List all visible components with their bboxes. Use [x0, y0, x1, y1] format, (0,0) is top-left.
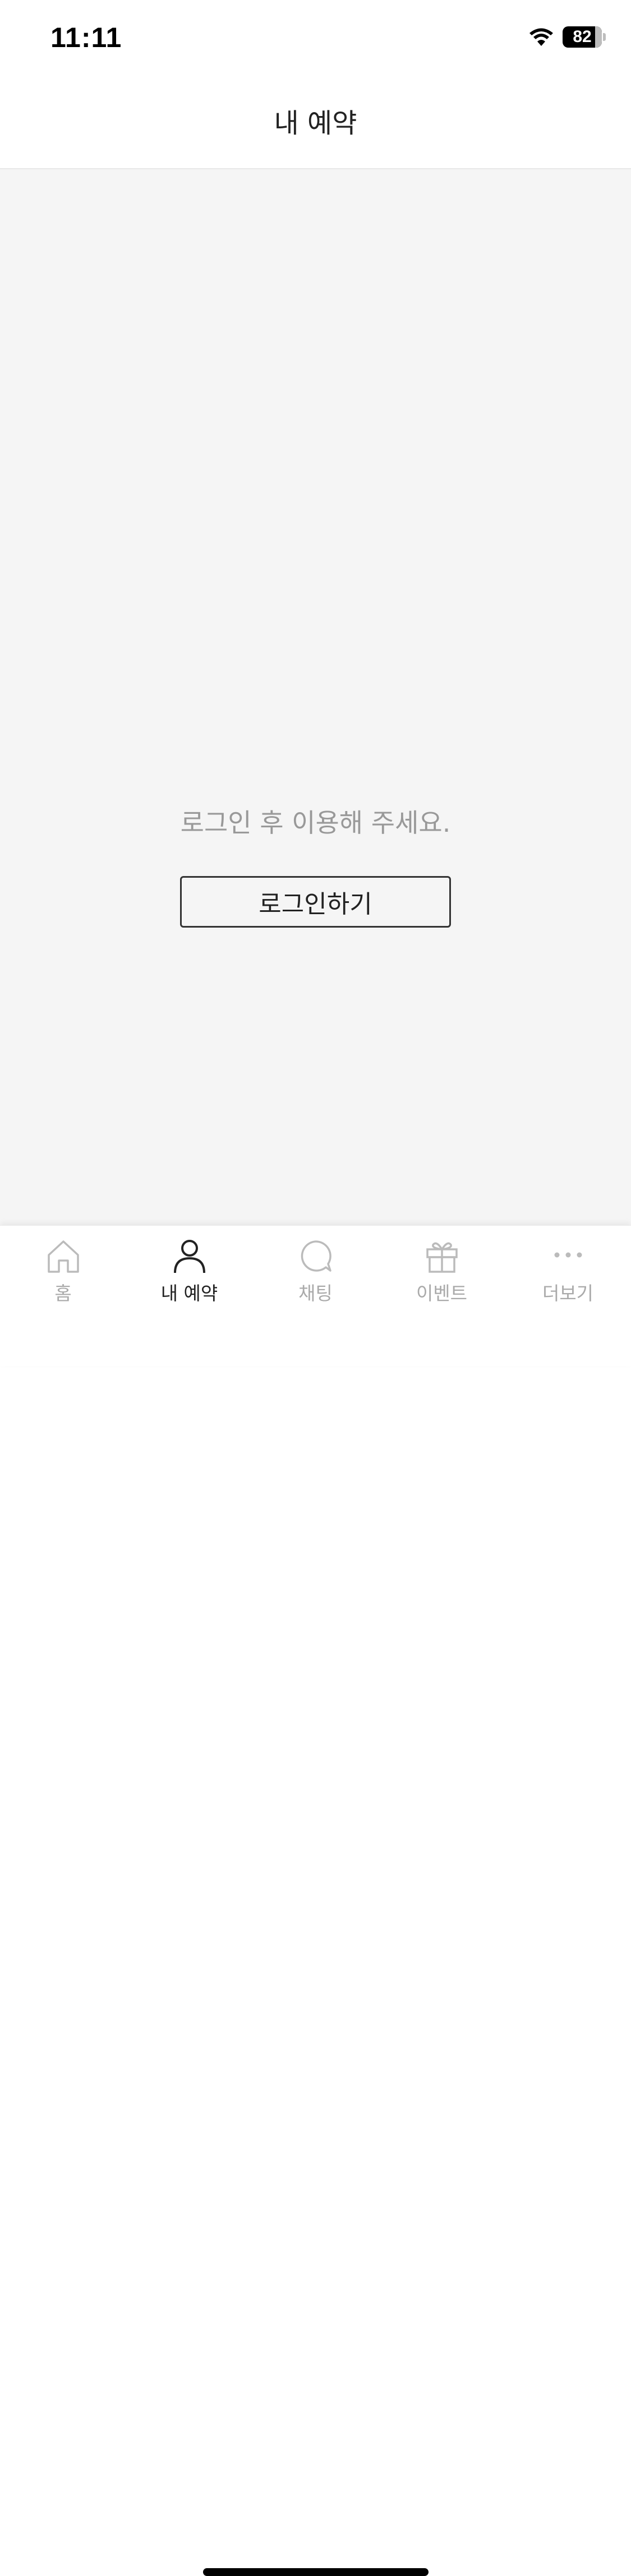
tab-label: 홈 — [54, 1282, 72, 1304]
home-indicator[interactable] — [203, 2568, 429, 2576]
gift-icon — [424, 1238, 460, 1274]
tab-more[interactable]: 더보기 — [505, 1226, 631, 1310]
main-content: 로그인 후 이용해 주세요. 로그인하기 — [0, 169, 631, 1225]
wifi-icon — [528, 27, 555, 47]
home-icon — [45, 1238, 81, 1274]
tab-chat[interactable]: 채팅 — [252, 1226, 379, 1310]
login-button[interactable]: 로그인하기 — [180, 876, 451, 928]
tab-my-reservations[interactable]: 내 예약 — [126, 1226, 252, 1310]
nav-header: 내 예약 — [0, 73, 631, 169]
page-title: 내 예약 — [274, 108, 357, 139]
login-required-message: 로그인 후 이용해 주세요. — [180, 808, 451, 838]
tab-label: 이벤트 — [416, 1282, 468, 1304]
tab-bar: 홈 내 예약 채팅 이벤트 더보기 — [0, 1225, 631, 2576]
tab-home[interactable]: 홈 — [0, 1226, 126, 1310]
battery-empty-part — [595, 26, 602, 48]
battery-nub — [603, 33, 606, 41]
more-icon — [550, 1238, 586, 1274]
person-icon — [172, 1238, 208, 1274]
status-indicators: 82 — [528, 26, 606, 48]
tab-label: 더보기 — [542, 1282, 594, 1304]
battery-level: 82 — [573, 27, 592, 46]
status-bar: 11:11 82 — [0, 0, 631, 73]
tab-list: 홈 내 예약 채팅 이벤트 더보기 — [0, 1226, 631, 1310]
chat-icon — [298, 1238, 334, 1274]
tab-label: 내 예약 — [160, 1282, 218, 1304]
tab-events[interactable]: 이벤트 — [379, 1226, 505, 1310]
status-time: 11:11 — [50, 22, 122, 53]
tab-label: 채팅 — [298, 1282, 333, 1304]
battery-icon: 82 — [563, 26, 602, 48]
